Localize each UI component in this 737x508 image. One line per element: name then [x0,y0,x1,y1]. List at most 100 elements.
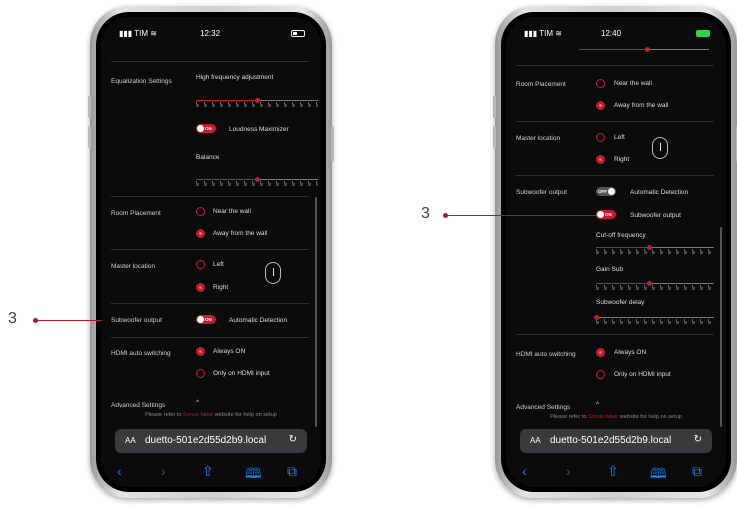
sonus-faber-link[interactable]: Sonus faber [588,414,618,420]
url-text[interactable]: duetto-501e2d55d2b9.local [145,435,266,446]
subwoofer-output-label: Subwoofer output [111,317,162,324]
away-wall-label: Away from the wall [213,230,268,237]
always-on-label: Always ON [614,349,647,356]
loudness-label: Loudness Maximizer [229,126,289,133]
text-size-button[interactable]: AA [530,436,541,445]
help-text: Please refer to Sonus faber website for … [506,414,726,420]
hdmi-input-label: Only on HDMI input [213,370,270,377]
always-on-radio[interactable] [596,348,605,357]
clock: 12:40 [601,29,622,38]
share-icon[interactable]: ⇧ [202,463,214,480]
sonus-faber-link[interactable]: Sonus faber [183,412,213,418]
chevron-up-icon[interactable]: ^ [196,399,199,406]
divider [516,65,714,66]
side-button [493,96,496,118]
away-wall-radio[interactable] [196,229,205,238]
divider [111,249,309,250]
divider [516,121,714,122]
carrier: ▮▮▮ TIM ≋ [119,29,157,38]
balance-label: Balance [196,154,220,161]
status-bar: ▮▮▮ TIM ≋ 12:32 [101,17,321,47]
help-suffix: website for help on setup [213,412,277,418]
signal-icon: ▮▮▮ [524,29,540,38]
back-icon[interactable]: ‹ [117,463,122,479]
subwoofer-auto-toggle[interactable]: OFF [596,187,616,196]
subwoofer-output-toggle-label: Subwoofer output [630,212,681,219]
side-button [331,126,334,162]
right-phone: ▮▮▮ TIM ≋ 12:40 Room Placement Near the … [493,6,737,498]
forward-icon[interactable]: › [566,463,571,479]
away-wall-radio[interactable] [596,101,605,110]
high-frequency-slider[interactable] [196,96,318,108]
url-bar[interactable]: AA duetto-501e2d55d2b9.local ↻ [115,429,307,453]
divider [516,175,714,176]
scrollbar[interactable] [720,227,722,427]
tabs-icon[interactable]: ⧉ [692,463,702,480]
right-radio[interactable] [196,283,205,292]
reload-icon[interactable]: ↻ [694,434,702,445]
subwoofer-auto-toggle[interactable]: ON [196,315,216,324]
reload-icon[interactable]: ↻ [289,434,297,445]
slider-fill [196,100,257,101]
gain-sub-label: Gain Sub [596,266,624,273]
always-on-radio[interactable] [196,347,205,356]
master-location-label: Master location [111,263,156,270]
balance-slider[interactable] [196,175,318,187]
safari-toolbar: ‹ › ⇧ 🕮 ⧉ [506,461,726,485]
right-label: Right [213,284,229,291]
hdmi-input-radio[interactable] [196,369,205,378]
side-button [493,126,496,148]
chevron-up-icon[interactable]: ^ [596,401,599,408]
near-wall-radio[interactable] [596,79,605,88]
right-radio[interactable] [596,155,605,164]
cutoff-frequency-slider[interactable] [596,243,714,255]
text-size-button[interactable]: AA [125,436,136,445]
bookmarks-icon[interactable]: 🕮 [245,463,262,487]
master-location-label: Master location [516,135,561,142]
screen: ▮▮▮ TIM ≋ 12:40 Room Placement Near the … [506,17,726,487]
callout-line [37,320,102,321]
url-bar[interactable]: AA duetto-501e2d55d2b9.local ↻ [520,429,712,453]
tabs-icon[interactable]: ⧉ [287,463,297,480]
slider-knob[interactable] [594,315,599,320]
advanced-settings-label[interactable]: Advanced Settings [111,402,165,409]
battery-icon [291,30,305,37]
bookmarks-icon[interactable]: 🕮 [650,463,667,487]
speaker-knob-icon [265,262,281,284]
scrollbar[interactable] [315,197,317,427]
near-wall-radio[interactable] [196,207,205,216]
room-placement-label: Room Placement [111,210,161,217]
left-label: Left [213,261,224,268]
partial-slider [579,45,709,57]
carrier-name: TIM [539,29,554,38]
slider-fill [596,283,650,284]
slider-knob[interactable] [255,177,260,182]
away-wall-label: Away from the wall [614,102,669,109]
right-label: Right [614,156,630,163]
automatic-detection-label: Automatic Detection [630,189,689,196]
advanced-settings-label[interactable]: Advanced Settings [516,404,570,411]
back-icon[interactable]: ‹ [522,463,527,479]
forward-icon[interactable]: › [161,463,166,479]
gain-sub-slider[interactable] [596,279,714,291]
share-icon[interactable]: ⇧ [607,463,619,480]
subwoofer-delay-slider[interactable] [594,313,714,325]
safari-toolbar: ‹ › ⇧ 🕮 ⧉ [101,461,321,485]
divider [516,334,714,335]
hdmi-label: HDMI auto switching [516,351,576,358]
hdmi-input-radio[interactable] [596,370,605,379]
left-radio[interactable] [196,260,205,269]
equalization-label: Equalization Settings [111,78,172,85]
divider [111,61,309,62]
subwoofer-output-toggle[interactable]: ON [596,210,616,219]
loudness-toggle[interactable]: ON [196,124,216,133]
help-text: Please refer to Sonus faber website for … [101,412,321,418]
callout-number-right: 3 [421,205,430,222]
left-radio[interactable] [596,133,605,142]
divider [111,196,309,197]
near-wall-label: Near the wall [213,208,251,215]
battery-charging-icon [696,30,710,37]
room-placement-label: Room Placement [516,81,566,88]
url-text[interactable]: duetto-501e2d55d2b9.local [550,435,671,446]
slider-knob[interactable] [255,98,260,103]
